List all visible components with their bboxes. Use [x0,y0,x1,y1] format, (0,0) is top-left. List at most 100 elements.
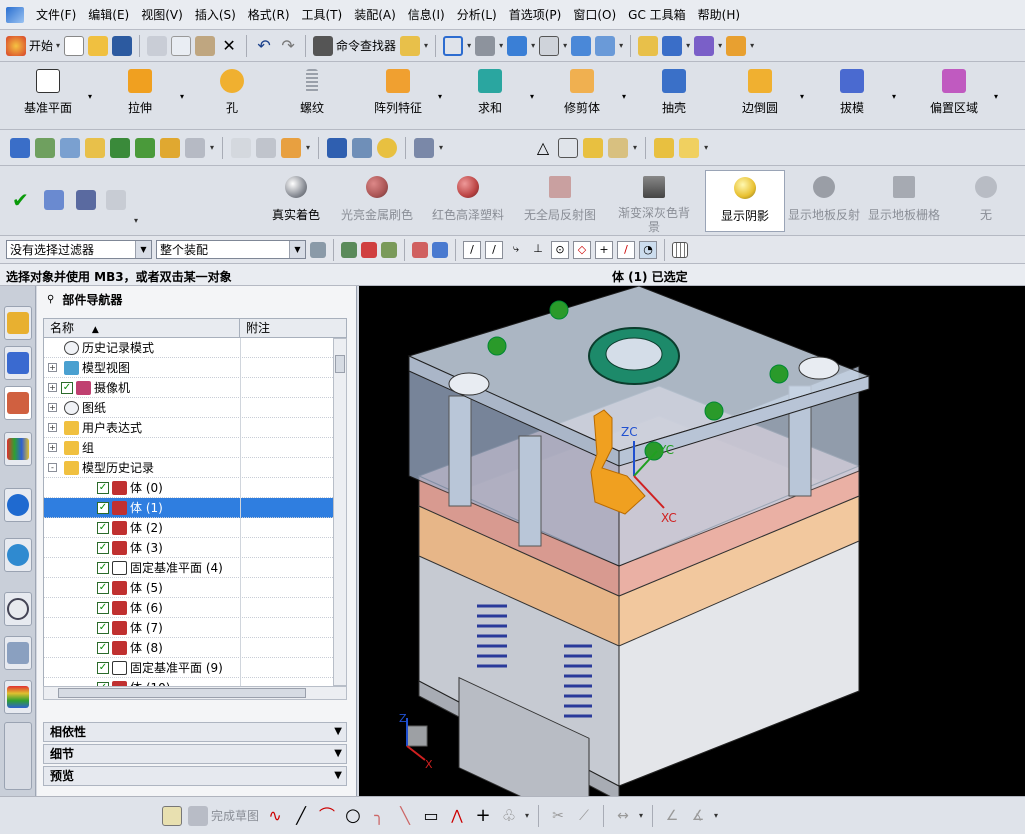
menu-file[interactable]: 文件(F) [30,6,82,23]
paste-icon[interactable] [195,35,216,56]
cut-icon[interactable] [147,35,168,56]
washer-icon[interactable] [377,137,398,158]
tab-reuse-library[interactable] [4,432,32,466]
none-button[interactable]: 无 [968,170,1004,232]
fit-view-icon[interactable] [443,35,464,56]
type-filter-select[interactable]: 没有选择过滤器 ▼ [6,240,152,259]
tab-web-browser[interactable] [4,538,32,572]
undo-icon[interactable]: ↶ [254,36,274,56]
trim-body-button[interactable]: 修剪体 ▾ [542,66,626,126]
menu-insert[interactable]: 插入(S) [189,6,242,23]
tree-row[interactable]: ✓ 固定基准平面 (4) [44,558,333,578]
tree-row[interactable]: ✓ 体 (6) [44,598,333,618]
menu-help[interactable]: 帮助(H) [692,6,746,23]
column-note-header[interactable]: 附注 [240,319,270,337]
triangle-icon[interactable]: △ [533,138,553,158]
section-view-icon[interactable] [595,35,616,56]
select-cursor-icon[interactable] [341,241,357,258]
command-finder-button[interactable]: 命令查找器 [313,35,396,56]
spring-icon[interactable] [352,137,373,158]
snap-quadrant-icon[interactable]: ◇ [573,240,591,259]
dimension-icon[interactable]: ↔ [613,806,633,826]
expand-icon[interactable]: + [48,403,57,412]
open-folder-icon[interactable] [88,35,109,56]
sheet-icon[interactable] [256,137,277,158]
hole-button[interactable]: 孔 [192,66,272,126]
visibility-checkbox[interactable]: ✓ [97,641,109,654]
visibility-checkbox[interactable]: ✓ [97,481,109,494]
explode-icon[interactable] [106,190,126,210]
snap-on-curve-icon[interactable]: / [617,240,635,259]
fillet-icon[interactable]: ╮ [369,806,389,826]
panel-preview[interactable]: 预览 ▼ [43,766,347,786]
trim-curve-icon[interactable]: ✂ [548,806,568,826]
tree-row[interactable]: - 模型历史记录 [44,458,333,478]
visibility-checkbox[interactable]: ✓ [97,601,109,614]
expand-icon[interactable]: + [48,423,57,432]
plus-grid-icon[interactable] [583,137,604,158]
draft-button[interactable]: 拔模 ▾ [812,66,896,126]
line-icon[interactable]: ╱ [291,806,311,826]
visibility-checkbox[interactable]: ✓ [97,561,109,574]
menu-window[interactable]: 窗口(O) [567,6,622,23]
start-button[interactable]: 开始 ▾ [6,35,60,56]
rectangle-icon[interactable]: ▭ [421,806,441,826]
tree-row[interactable]: + ✓ 摄像机 [44,378,333,398]
reference-set-icon[interactable] [185,137,205,158]
expand-icon[interactable]: + [48,363,57,372]
extrude-button[interactable]: 拉伸 ▾ [100,66,184,126]
expand-icon[interactable]: + [48,443,57,452]
select-body-icon[interactable] [432,241,448,258]
scroll-thumb[interactable] [58,688,306,698]
tree-row[interactable]: ✓ 体 (2) [44,518,333,538]
menu-analysis[interactable]: 分析(L) [451,6,503,23]
gradient-background-button[interactable]: 渐变深灰色背景 [612,170,696,234]
panel-dependencies[interactable]: 相依性 ▼ [43,722,347,742]
gears-icon[interactable] [608,137,629,158]
menu-format[interactable]: 格式(R) [242,6,296,23]
add-component-icon[interactable] [110,137,130,158]
visibility-checkbox[interactable]: ✓ [61,381,73,394]
offset-region-button[interactable]: 偏置区域 ▾ [914,66,998,126]
tool-icon[interactable] [414,137,435,158]
coil-icon[interactable] [327,137,348,158]
column-name-header[interactable]: 名称 ▲ [44,319,240,337]
tree-row[interactable]: + 图纸 [44,398,333,418]
extend-curve-icon[interactable]: ⟋ [574,806,594,826]
chamfer-icon[interactable]: ╲ [395,806,415,826]
snap-control-icon[interactable]: ⤷ [507,241,525,259]
mold-assembly-model[interactable]: ZC YC XC Z X [359,286,1025,796]
datum-plane-button[interactable]: 基准平面 ▾ [8,66,92,126]
panel-details[interactable]: 细节 ▼ [43,744,347,764]
visibility-checkbox[interactable]: ✓ [97,581,109,594]
menu-tools[interactable]: 工具(T) [296,6,349,23]
tree-row[interactable]: ✓ 体 (7) [44,618,333,638]
tree-row[interactable]: + 用户表达式 [44,418,333,438]
constraint-icon[interactable]: ∠ [662,806,682,826]
collapse-icon[interactable]: - [48,463,57,472]
tree-row[interactable]: ✓ 体 (8) [44,638,333,658]
tab-constraint-navigator[interactable] [4,346,32,380]
assembly-nav-icon[interactable] [10,137,30,158]
assembly-constraint-icon[interactable] [662,35,683,56]
tree-row[interactable]: + 组 [44,438,333,458]
tree-row[interactable]: ✓ 体 (1) [44,498,333,518]
tree-horizontal-scrollbar[interactable] [43,686,347,700]
tab-process-studio[interactable] [4,636,32,670]
wave-link-icon[interactable] [694,35,715,56]
snap-intersection-icon[interactable]: ⊥ [529,241,547,259]
check-icon[interactable]: ✔ [12,190,32,210]
delete-icon[interactable]: ✕ [219,36,239,56]
edge-blend-button[interactable]: 边倒圆 ▾ [720,66,804,126]
part-list-icon[interactable] [76,190,96,210]
menu-view[interactable]: 视图(V) [135,6,189,23]
nx-app-icon[interactable] [6,6,24,23]
pattern-feature-button[interactable]: 阵列特征 ▾ [358,66,442,126]
tree-row[interactable]: ✓ 体 (3) [44,538,333,558]
snap-face-icon[interactable]: ◔ [639,240,657,259]
tree-vertical-scrollbar[interactable] [333,338,347,686]
show-shadow-button[interactable]: 显示阴影 [705,170,785,232]
tab-history[interactable] [4,592,32,626]
tree-row[interactable]: 历史记录模式 [44,338,333,358]
chart-icon[interactable] [281,137,302,158]
